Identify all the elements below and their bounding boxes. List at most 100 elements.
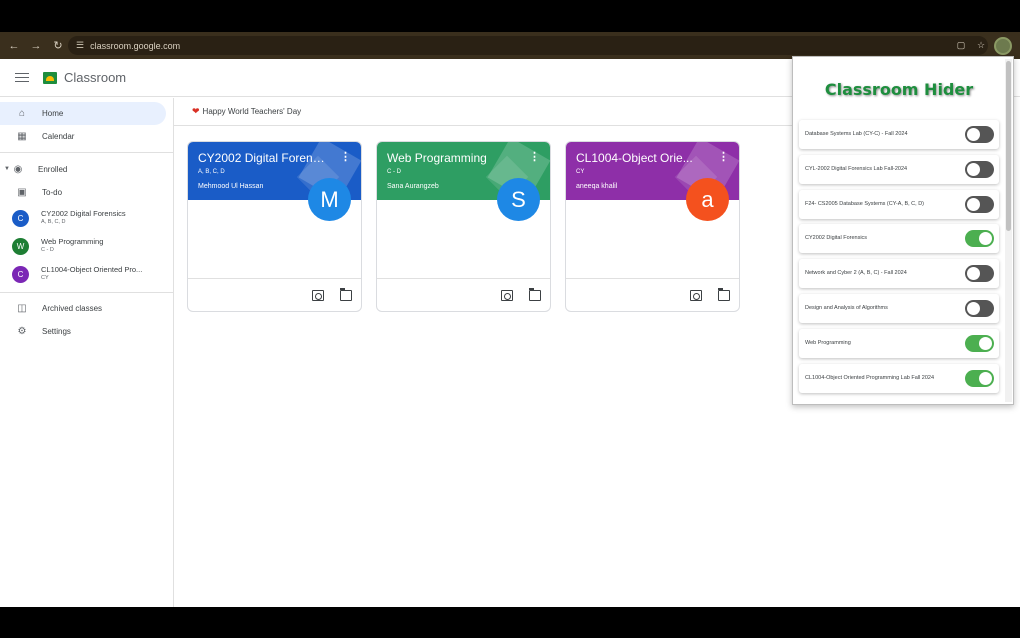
class-text: Web Programming C - D xyxy=(41,237,103,255)
class-toggle-row: CL1004-Object Oriented Programming Lab F… xyxy=(799,363,999,393)
visibility-toggle-switch[interactable] xyxy=(965,126,994,143)
site-settings-icon[interactable]: ☰ xyxy=(76,40,84,51)
class-toggle-row: Network and Cyber 2 (A, B, C) - Fall 202… xyxy=(799,259,999,289)
folder-icon[interactable] xyxy=(339,288,352,301)
sidebar-item-label: Settings xyxy=(42,327,71,336)
main-menu-icon[interactable] xyxy=(15,70,29,85)
sidebar-class-item[interactable]: W Web Programming C - D xyxy=(0,232,173,260)
screen-frame: ← → ↻ ☰ classroom.google.com ▢ ☆ Classro… xyxy=(0,0,1020,638)
card-teacher[interactable]: aneeqa khalil xyxy=(576,183,617,190)
class-toggle-row: CYL-2002 Digital Forensics Lab Fall-2024 xyxy=(799,154,999,184)
toggle-label: F24- CS2005 Database Systems (CY-A, B, C… xyxy=(805,200,925,207)
popup-scrollbar[interactable] xyxy=(1005,59,1012,402)
cast-icon[interactable]: ▢ xyxy=(954,40,968,51)
sidebar-item-label: Home xyxy=(42,109,64,118)
archive-icon: ◫ xyxy=(17,303,27,314)
class-toggle-row: Web Programming xyxy=(799,328,999,358)
visibility-toggle-switch[interactable] xyxy=(965,160,994,178)
assignment-icon[interactable] xyxy=(501,290,513,301)
card-title[interactable]: CL1004-Object Orie... xyxy=(576,151,706,165)
address-url: classroom.google.com xyxy=(90,40,181,51)
card-title[interactable]: CY2002 Digital Forens... xyxy=(198,151,328,165)
classroom-logo-icon[interactable] xyxy=(43,71,57,84)
extension-avatar[interactable] xyxy=(994,36,1012,55)
sidebar-class-item[interactable]: C CL1004-Object Oriented Pro... CY xyxy=(0,260,173,288)
divider xyxy=(0,152,173,153)
popup-title: Classroom Hider xyxy=(824,80,974,99)
more-vert-icon[interactable]: ⋮ xyxy=(340,150,351,163)
toggle-label: Network and Cyber 2 (A, B, C) - Fall 202… xyxy=(805,270,907,277)
class-avatar: C xyxy=(12,209,29,227)
toggle-label: CY2002 Digital Forensics xyxy=(805,235,868,242)
class-text: CL1004-Object Oriented Pro... CY xyxy=(41,265,142,283)
visibility-toggle-switch[interactable] xyxy=(965,369,994,387)
sidebar-item-archived[interactable]: ◫ Archived classes xyxy=(0,297,173,320)
reload-icon[interactable]: ↻ xyxy=(48,36,68,56)
switch-knob xyxy=(967,302,980,315)
card-footer xyxy=(188,278,361,311)
sidebar-item-home[interactable]: ⌂ Home xyxy=(0,102,166,125)
card-title[interactable]: Web Programming xyxy=(387,151,517,165)
visibility-toggle-switch[interactable] xyxy=(965,334,994,352)
toolbar-right: ▢ ☆ xyxy=(954,36,1012,55)
switch-knob xyxy=(967,128,980,141)
browser-toolbar: ← → ↻ ☰ classroom.google.com ▢ ☆ xyxy=(0,32,1020,59)
visibility-toggle-switch[interactable] xyxy=(965,230,994,248)
sidebar-class-item[interactable]: C CY2002 Digital Forensics A, B, C, D xyxy=(0,204,173,232)
card-teacher[interactable]: Mehmood Ul Hassan xyxy=(198,183,263,190)
card-teacher[interactable]: Sana Aurangzeb xyxy=(387,183,439,190)
bottom-bar xyxy=(0,607,1020,638)
sidebar-item-enrolled[interactable]: ▼ ◉ Enrolled xyxy=(0,157,173,181)
sidebar-item-todo[interactable]: ▣ To-do xyxy=(0,181,173,204)
sidebar-item-calendar[interactable]: ▦ Calendar xyxy=(0,125,173,148)
back-icon[interactable]: ← xyxy=(4,36,24,56)
classroom-hider-popup: Classroom Hider Database Systems Lab (CY… xyxy=(792,56,1014,405)
toggle-label: Web Programming xyxy=(805,339,851,346)
enrolled-icon: ◉ xyxy=(13,163,23,175)
class-avatar: W xyxy=(12,237,29,255)
switch-knob xyxy=(979,232,992,246)
switch-knob xyxy=(967,197,980,211)
visibility-toggle-switch[interactable] xyxy=(965,265,994,283)
assignment-icon[interactable] xyxy=(312,290,324,301)
class-toggle-row: F24- CS2005 Database Systems (CY-A, B, C… xyxy=(799,189,999,219)
folder-icon[interactable] xyxy=(717,288,730,301)
class-card[interactable]: Web Programming C - D Sana Aurangzeb ⋮ S xyxy=(376,141,551,312)
assignment-icon[interactable] xyxy=(690,290,702,301)
visibility-toggle-switch[interactable] xyxy=(965,195,994,213)
sidebar-item-label: Archived classes xyxy=(42,304,103,313)
class-avatar: C xyxy=(12,265,29,283)
forward-icon[interactable]: → xyxy=(26,36,46,56)
more-vert-icon[interactable]: ⋮ xyxy=(718,150,729,163)
switch-knob xyxy=(967,162,980,176)
class-toggle-row: Database Systems Lab (CY-C) - Fall 2024 xyxy=(799,120,999,149)
class-section: CY xyxy=(41,275,49,281)
visibility-toggle-switch[interactable] xyxy=(965,300,994,317)
toggle-label: Design and Analysis of Algorithms xyxy=(805,305,888,311)
sidebar: ⌂ Home ▦ Calendar ▼ ◉ Enrolled ▣ To-do C… xyxy=(0,98,174,607)
class-card[interactable]: CL1004-Object Orie... CY aneeqa khalil ⋮ a xyxy=(565,141,740,312)
card-footer xyxy=(566,278,739,311)
class-name: CY2002 Digital Forensics xyxy=(41,209,126,218)
switch-knob xyxy=(967,267,980,281)
toggle-label: CL1004-Object Oriented Programming Lab F… xyxy=(805,374,935,381)
bookmark-star-icon[interactable]: ☆ xyxy=(974,40,988,51)
app-title[interactable]: Classroom xyxy=(64,70,126,85)
toggle-label: Database Systems Lab (CY-C) - Fall 2024 xyxy=(805,131,908,137)
sidebar-item-label: To-do xyxy=(42,188,63,197)
folder-icon[interactable] xyxy=(528,288,541,301)
switch-knob xyxy=(979,371,992,385)
divider xyxy=(0,292,173,293)
sidebar-item-settings[interactable]: ⚙ Settings xyxy=(0,320,173,343)
teacher-avatar: M xyxy=(308,178,351,221)
toggle-label: CYL-2002 Digital Forensics Lab Fall-2024 xyxy=(805,165,908,172)
chevron-down-icon[interactable]: ▼ xyxy=(4,166,12,172)
scroll-thumb[interactable] xyxy=(1006,61,1011,231)
address-bar[interactable]: ☰ classroom.google.com xyxy=(68,36,988,55)
switch-knob xyxy=(979,336,992,350)
class-card[interactable]: CY2002 Digital Forens... A, B, C, D Mehmoo… xyxy=(187,141,362,312)
class-name: Web Programming xyxy=(41,237,104,246)
class-toggle-row: Design and Analysis of Algorithms xyxy=(799,294,999,323)
more-vert-icon[interactable]: ⋮ xyxy=(529,150,540,163)
class-name: CL1004-Object Oriented Pro... xyxy=(41,265,143,274)
